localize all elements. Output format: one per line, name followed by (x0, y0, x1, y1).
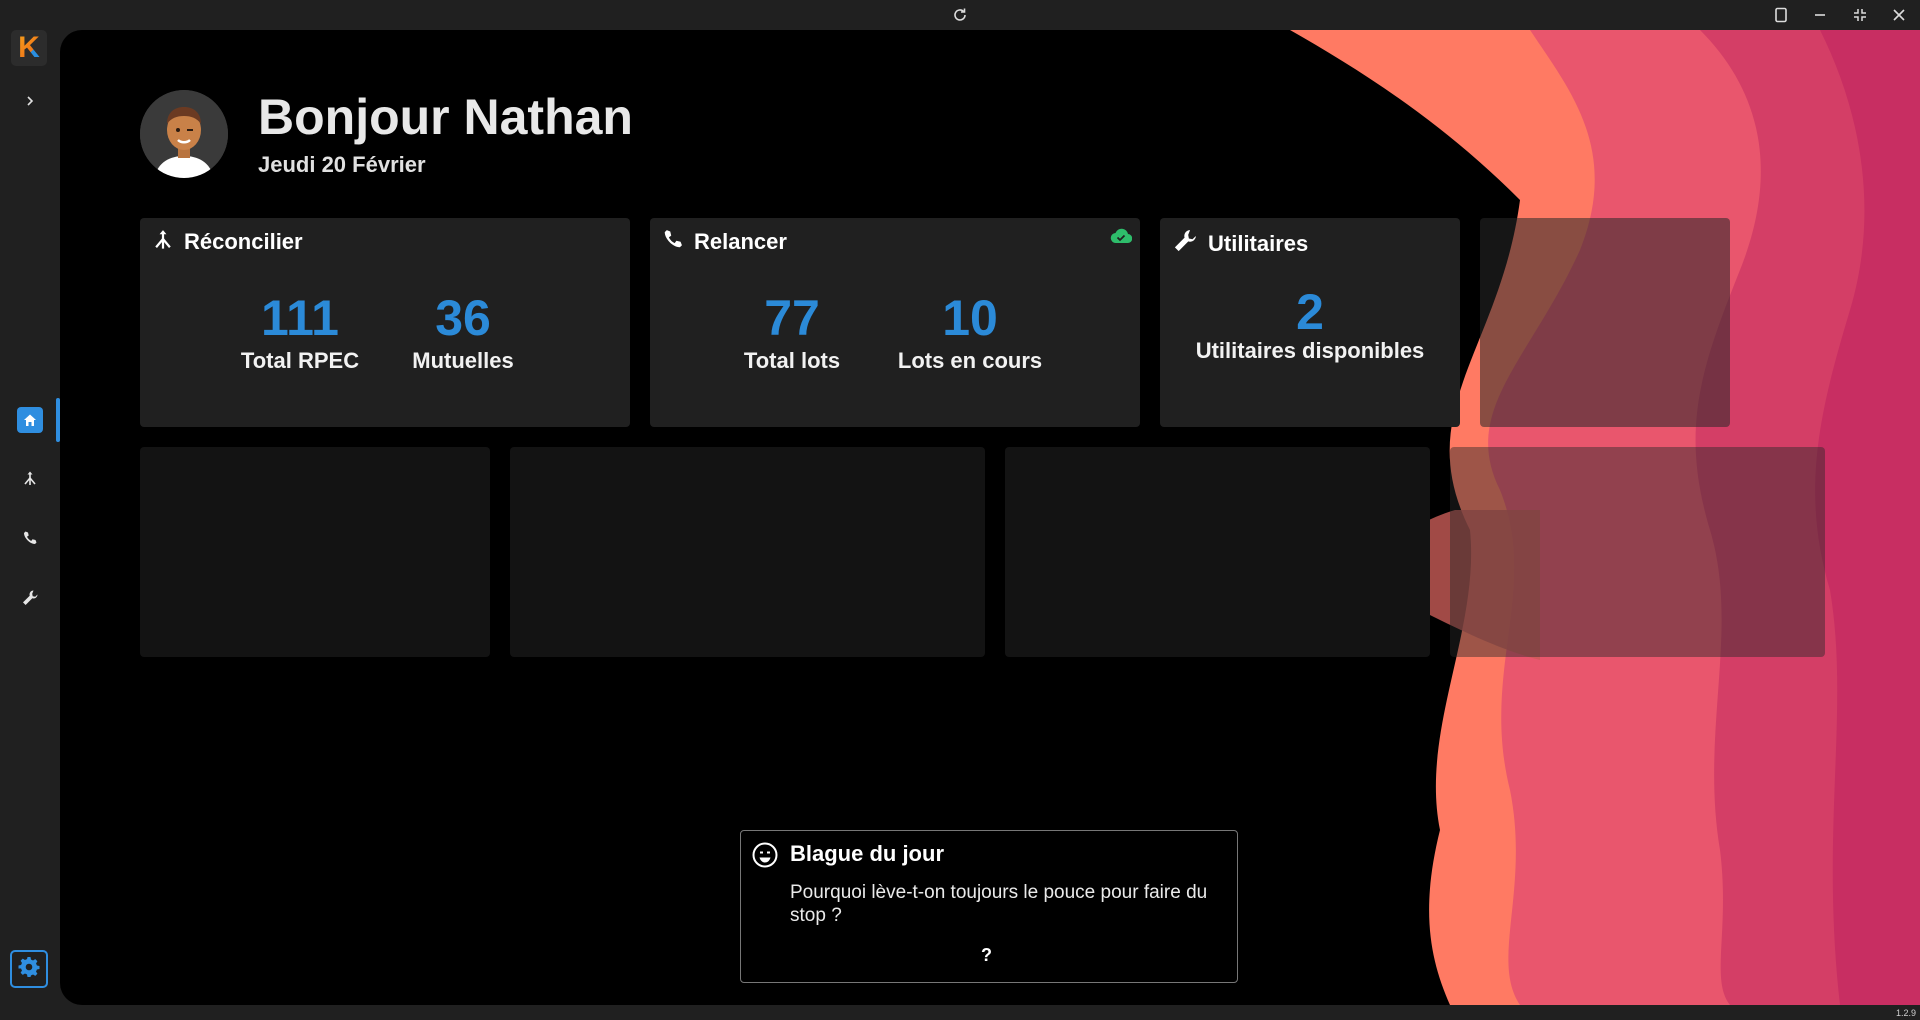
refresh-icon[interactable] (945, 3, 975, 27)
settings-button[interactable] (10, 950, 48, 988)
wrench-icon (21, 589, 39, 612)
stat-label: Lots en cours (897, 348, 1043, 373)
card-header: Utilitaires (1172, 228, 1308, 259)
placeholder-card (1450, 447, 1825, 657)
stat-value: 77 (764, 290, 820, 346)
stat-value: 10 (942, 290, 998, 346)
wrench-icon (1172, 228, 1198, 259)
phone-icon (662, 228, 684, 255)
merge-icon (152, 228, 174, 255)
placeholder-card (1005, 447, 1430, 657)
joke-title: Blague du jour (790, 841, 944, 866)
stat-utilitaires-disponibles: 2 Utilitaires disponibles (1160, 284, 1460, 364)
stat-value: 36 (435, 290, 491, 346)
greeting-title: Bonjour Nathan (258, 89, 633, 145)
app-logo: K (11, 30, 47, 66)
card-reconcilier[interactable]: Réconcilier 111 Total RPEC 36 Mutuelles (140, 218, 630, 427)
stat-label: Total RPEC (240, 348, 360, 373)
stat-total-rpec: 111 Total RPEC (240, 290, 360, 374)
card-title: Réconcilier (184, 228, 303, 254)
gear-icon (17, 955, 41, 984)
chevron-right-icon[interactable] (15, 86, 45, 116)
stat-value: 111 (261, 290, 339, 346)
smile-icon (751, 841, 779, 874)
minimize-icon[interactable] (1805, 3, 1835, 27)
card-relancer[interactable]: Relancer 77 Total lots 10 Lots en cours (650, 218, 1140, 427)
close-icon[interactable] (1884, 3, 1914, 27)
card-header: Réconcilier (152, 228, 303, 255)
placeholder-card (1480, 218, 1730, 427)
home-icon (17, 407, 43, 433)
sidebar-item-relancer[interactable] (0, 516, 60, 564)
card-title: Relancer (694, 228, 787, 254)
placeholder-card (510, 447, 985, 657)
sidebar-item-home[interactable] (0, 396, 60, 444)
stat-lots-en-cours: 10 Lots en cours (885, 290, 1055, 374)
avatar[interactable] (140, 90, 228, 178)
current-date: Jeudi 20 Février (258, 152, 426, 177)
stat-label: Utilitaires disponibles (1195, 338, 1425, 363)
card-header: Relancer (662, 228, 787, 255)
restore-icon[interactable] (1845, 3, 1875, 27)
card-title: Utilitaires (1208, 230, 1309, 256)
title-bar (0, 0, 1920, 30)
sidebar: K (0, 30, 60, 1005)
cloud-check-icon (1110, 228, 1133, 249)
stat-mutuelles: 36 Mutuelles (403, 290, 523, 374)
card-utilitaires[interactable]: Utilitaires 2 Utilitaires disponibles (1160, 218, 1460, 427)
sidebar-item-utilitaires[interactable] (0, 576, 60, 624)
stat-total-lots: 77 Total lots (732, 290, 852, 374)
joke-card: Blague du jour Pourquoi lève-t-on toujou… (740, 830, 1238, 983)
stat-value: 2 (1296, 284, 1324, 340)
placeholder-card (140, 447, 490, 657)
stat-label: Total lots (743, 348, 841, 373)
joke-text: Pourquoi lève-t-on toujours le pouce pou… (790, 882, 1208, 926)
phone-icon (22, 530, 38, 551)
merge-icon (22, 470, 38, 491)
app-version: 1.2.9 (1895, 1008, 1916, 1018)
stat-label: Mutuelles (412, 348, 514, 373)
sidebar-item-reconcilier[interactable] (0, 456, 60, 504)
main-panel: Bonjour Nathan Jeudi 20 Février Réconcil… (60, 30, 1920, 1005)
tablet-mode-icon[interactable] (1766, 3, 1796, 27)
joke-reveal-button[interactable]: ? (981, 945, 992, 966)
